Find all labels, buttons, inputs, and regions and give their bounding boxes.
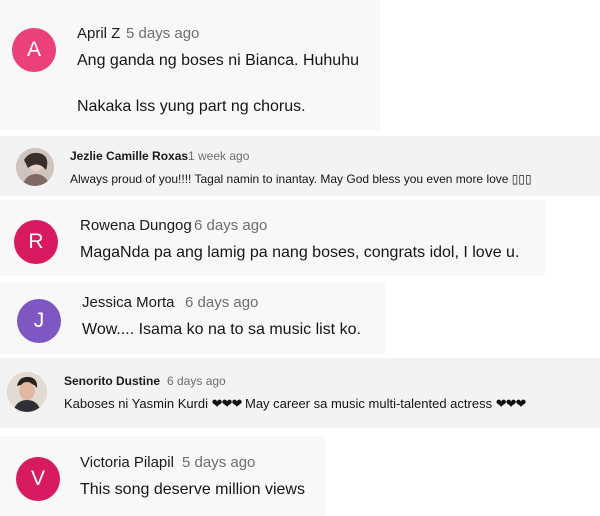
- comment-card: Jezlie Camille Roxas 1 week ago Always p…: [0, 136, 600, 196]
- comment-author[interactable]: Jezlie Camille Roxas: [70, 149, 188, 163]
- avatar[interactable]: [16, 148, 54, 186]
- profile-photo-icon: [7, 372, 47, 412]
- avatar-letter: V: [30, 467, 45, 490]
- avatar-letter: J: [33, 309, 45, 332]
- comment-card: R Rowena Dungog 6 days ago MagaNda pa an…: [0, 200, 545, 276]
- comment-author[interactable]: Senorito Dustine: [64, 374, 160, 388]
- comment-text: MagaNda pa ang lamig pa nang boses, cong…: [80, 244, 520, 261]
- avatar[interactable]: R: [14, 220, 58, 264]
- profile-photo-icon: [16, 148, 54, 186]
- comment-text-line: Nakaka lss yung part ng chorus.: [77, 98, 306, 115]
- comment-timestamp[interactable]: 6 days ago: [194, 217, 267, 234]
- comment-text: Always proud of you!!!! Tagal namin to i…: [70, 172, 532, 186]
- comment-timestamp[interactable]: 5 days ago: [126, 25, 199, 42]
- comment-timestamp[interactable]: 1 week ago: [188, 149, 249, 163]
- comment-text: Wow.... Isama ko na to sa music list ko.: [82, 321, 361, 338]
- comment-timestamp[interactable]: 6 days ago: [167, 374, 226, 388]
- hearts-emoji: ❤❤❤: [495, 396, 527, 411]
- avatar-letter: A: [26, 38, 41, 61]
- comment-text: Kaboses ni Yasmin Kurdi ❤❤❤ May career s…: [64, 396, 527, 412]
- comment-timestamp[interactable]: 5 days ago: [182, 454, 255, 471]
- comment-card: J Jessica Morta 6 days ago Wow.... Isama…: [0, 282, 385, 354]
- comment-text-line: Ang ganda ng boses ni Bianca. Huhuhu: [77, 52, 359, 69]
- hearts-emoji: ❤❤❤: [211, 396, 243, 411]
- comment-author[interactable]: Jessica Morta: [82, 294, 175, 311]
- comment-text-part: May career sa music multi-talented actre…: [244, 396, 493, 411]
- avatar[interactable]: [7, 372, 47, 412]
- comment-card: A April Z 5 days ago Ang ganda ng boses …: [0, 0, 380, 130]
- comment-author[interactable]: April Z: [77, 25, 120, 42]
- avatar[interactable]: A: [12, 28, 56, 72]
- comment-card: V Victoria Pilapil 5 days ago This song …: [0, 436, 325, 516]
- comment-text: This song deserve million views: [80, 481, 305, 498]
- comment-timestamp[interactable]: 6 days ago: [185, 294, 258, 311]
- avatar[interactable]: J: [17, 299, 61, 343]
- comment-card: Senorito Dustine 6 days ago Kaboses ni Y…: [0, 358, 600, 428]
- avatar-letter: R: [28, 230, 44, 253]
- comment-author[interactable]: Victoria Pilapil: [80, 454, 174, 471]
- avatar[interactable]: V: [16, 457, 60, 501]
- comment-author[interactable]: Rowena Dungog: [80, 217, 192, 234]
- comment-text-part: Kaboses ni Yasmin Kurdi: [64, 396, 209, 411]
